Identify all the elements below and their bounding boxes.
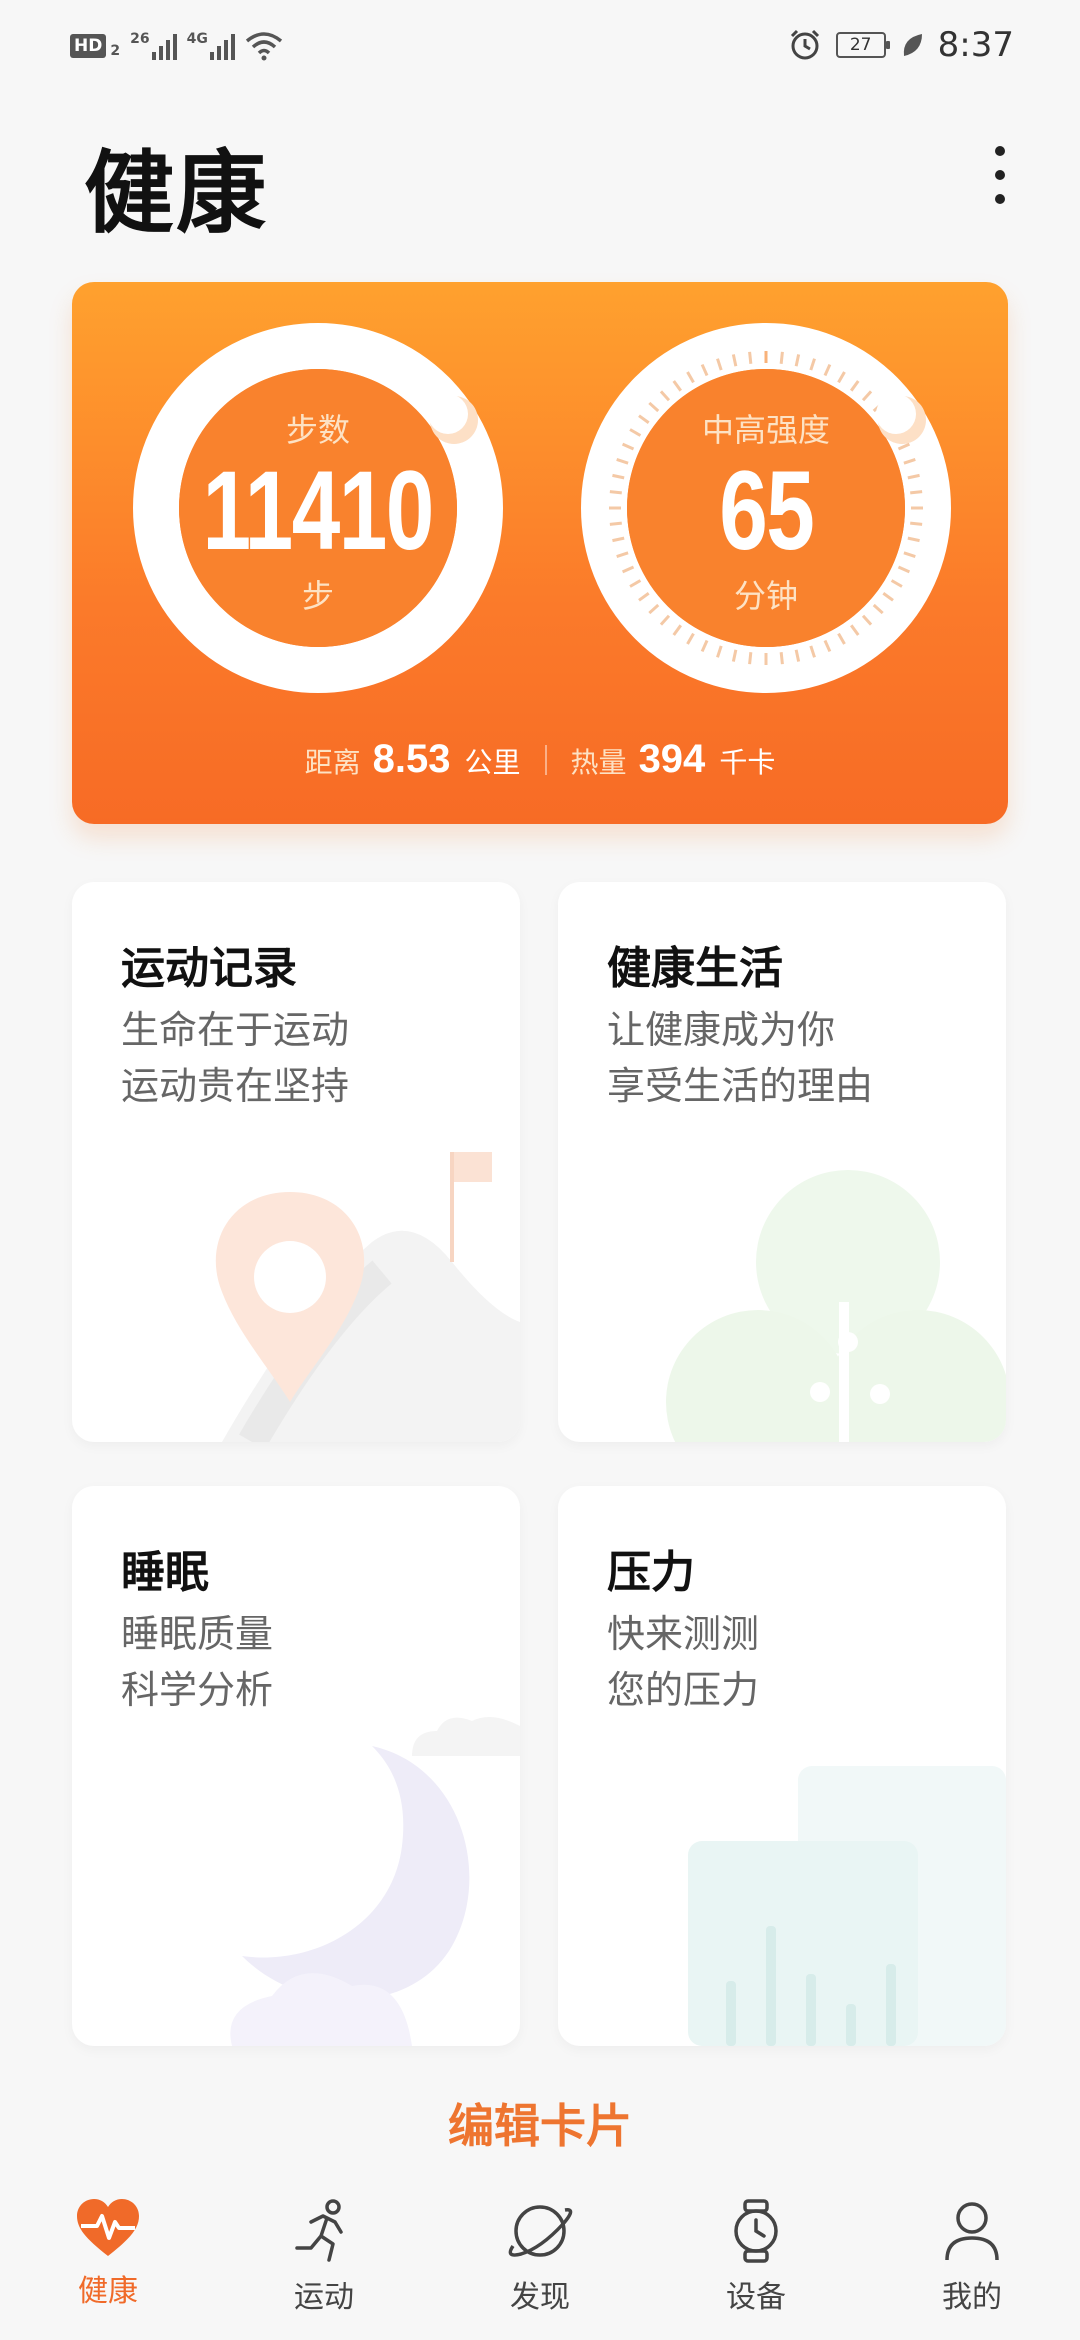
healthy-living-card[interactable]: 健康生活 让健康成为你 享受生活的理由 bbox=[558, 882, 1006, 1442]
activity-summary-card[interactable]: 步数 11410 步 中高强度 65 分钟 距离 8.53 公里 热量 394 … bbox=[72, 282, 1008, 824]
status-bar: HD 2 26 4G 27 8:37 bbox=[0, 0, 1080, 90]
calories-value: 394 bbox=[638, 737, 706, 781]
card-subtitle: 生命在于运动 运动贵在坚持 bbox=[121, 1002, 349, 1114]
steps-ring[interactable]: 步数 11410 步 bbox=[132, 322, 504, 694]
distance-unit: 公里 bbox=[464, 746, 521, 779]
network-type-1: 26 bbox=[130, 31, 150, 47]
edit-cards-button[interactable]: 编辑卡片 bbox=[0, 2090, 1080, 2156]
alarm-icon bbox=[790, 29, 819, 60]
sleep-card[interactable]: 睡眠 睡眠质量 科学分析 bbox=[72, 1486, 520, 2046]
card-subtitle-line: 享受生活的理由 bbox=[607, 1064, 874, 1108]
card-subtitle: 快来测测 您的压力 bbox=[607, 1606, 759, 1718]
card-title: 压力 bbox=[607, 1547, 695, 1598]
intensity-value: 65 bbox=[718, 448, 815, 573]
calories-unit: 千卡 bbox=[719, 746, 776, 779]
more-dot-icon bbox=[995, 170, 1005, 180]
nav-item-discover[interactable]: 发现 bbox=[432, 2180, 648, 2340]
nav-item-me[interactable]: 我的 bbox=[864, 2180, 1080, 2340]
hd-sub: 2 bbox=[110, 43, 121, 59]
card-title: 健康生活 bbox=[607, 943, 783, 994]
more-dot-icon bbox=[995, 146, 1005, 156]
card-subtitle: 让健康成为你 享受生活的理由 bbox=[607, 1002, 873, 1114]
clock-time: 8:37 bbox=[937, 25, 1014, 65]
user-icon bbox=[945, 2202, 999, 2261]
card-title: 运动记录 bbox=[121, 943, 297, 994]
card-subtitle-line: 生命在于运动 bbox=[121, 1008, 350, 1052]
card-subtitle-line: 您的压力 bbox=[607, 1668, 760, 1712]
leaf-icon bbox=[903, 34, 922, 56]
page-title: 健康 bbox=[84, 141, 268, 246]
card-subtitle-line: 快来测测 bbox=[607, 1612, 760, 1656]
wifi-icon bbox=[245, 32, 282, 61]
bottom-nav: 健康 运动 发现 设备 我的 bbox=[0, 2180, 1080, 2340]
signal-icon bbox=[151, 32, 177, 60]
card-subtitle-line: 科学分析 bbox=[121, 1668, 274, 1712]
watch-icon bbox=[734, 2199, 778, 2263]
distance-value: 8.53 bbox=[372, 737, 451, 781]
battery-icon: 27 bbox=[835, 32, 890, 58]
steps-value: 11410 bbox=[202, 448, 435, 573]
running-icon bbox=[295, 2199, 343, 2262]
nav-item-devices[interactable]: 设备 bbox=[648, 2180, 864, 2340]
intensity-label: 中高强度 bbox=[701, 411, 830, 449]
stress-card[interactable]: 压力 快来测测 您的压力 bbox=[558, 1486, 1006, 2046]
nav-label: 发现 bbox=[510, 2280, 570, 2315]
network-type-2: 4G bbox=[186, 31, 208, 47]
nav-item-exercise[interactable]: 运动 bbox=[216, 2180, 432, 2340]
nav-label: 设备 bbox=[726, 2280, 786, 2315]
intensity-unit: 分钟 bbox=[733, 577, 798, 615]
calories-label: 热量 bbox=[570, 746, 627, 779]
steps-unit: 步 bbox=[301, 577, 334, 615]
card-subtitle-line: 让健康成为你 bbox=[607, 1008, 836, 1052]
card-subtitle: 睡眠质量 科学分析 bbox=[121, 1606, 273, 1718]
hd-badge: HD bbox=[70, 34, 107, 58]
card-subtitle-line: 睡眠质量 bbox=[121, 1612, 274, 1656]
signal-icon bbox=[209, 32, 235, 60]
nav-label: 运动 bbox=[294, 2280, 354, 2315]
more-dot-icon bbox=[995, 194, 1005, 204]
exercise-records-card[interactable]: 运动记录 生命在于运动 运动贵在坚持 bbox=[72, 882, 520, 1442]
distance-label: 距离 bbox=[304, 746, 361, 779]
heart-icon bbox=[77, 2199, 139, 2256]
more-options-button[interactable] bbox=[970, 135, 1030, 215]
stats-divider bbox=[544, 744, 547, 775]
intensity-ring[interactable]: 中高强度 65 分钟 bbox=[580, 322, 952, 694]
nav-label: 健康 bbox=[78, 2274, 138, 2309]
status-left: HD 2 26 4G bbox=[70, 28, 283, 64]
card-subtitle-line: 运动贵在坚持 bbox=[121, 1064, 350, 1108]
nav-item-health[interactable]: 健康 bbox=[0, 2180, 216, 2340]
card-title: 睡眠 bbox=[121, 1547, 209, 1598]
planet-icon bbox=[508, 2205, 573, 2257]
steps-label: 步数 bbox=[285, 411, 350, 449]
status-right: 27 8:37 bbox=[788, 22, 1014, 68]
summary-stats-row: 距离 8.53 公里 热量 394 千卡 bbox=[72, 737, 1008, 782]
nav-label: 我的 bbox=[942, 2280, 1002, 2315]
